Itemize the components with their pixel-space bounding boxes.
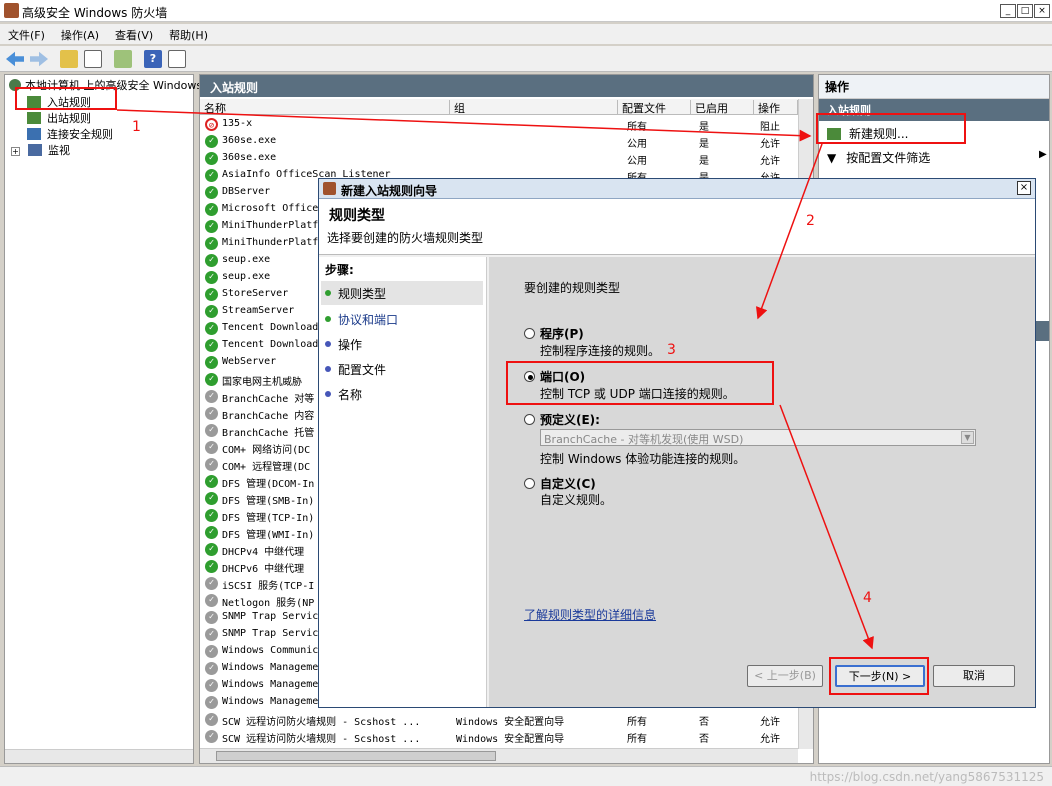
annotation-arrow-3 [779,404,874,650]
watermark: https://blog.csdn.net/yang5867531125 [809,770,1044,784]
annotation-arrow-2 [755,143,823,320]
annotation-arrows [116,109,874,650]
status-bar: https://blog.csdn.net/yang5867531125 [0,766,1052,786]
annotation-arrow-1 [116,109,812,142]
